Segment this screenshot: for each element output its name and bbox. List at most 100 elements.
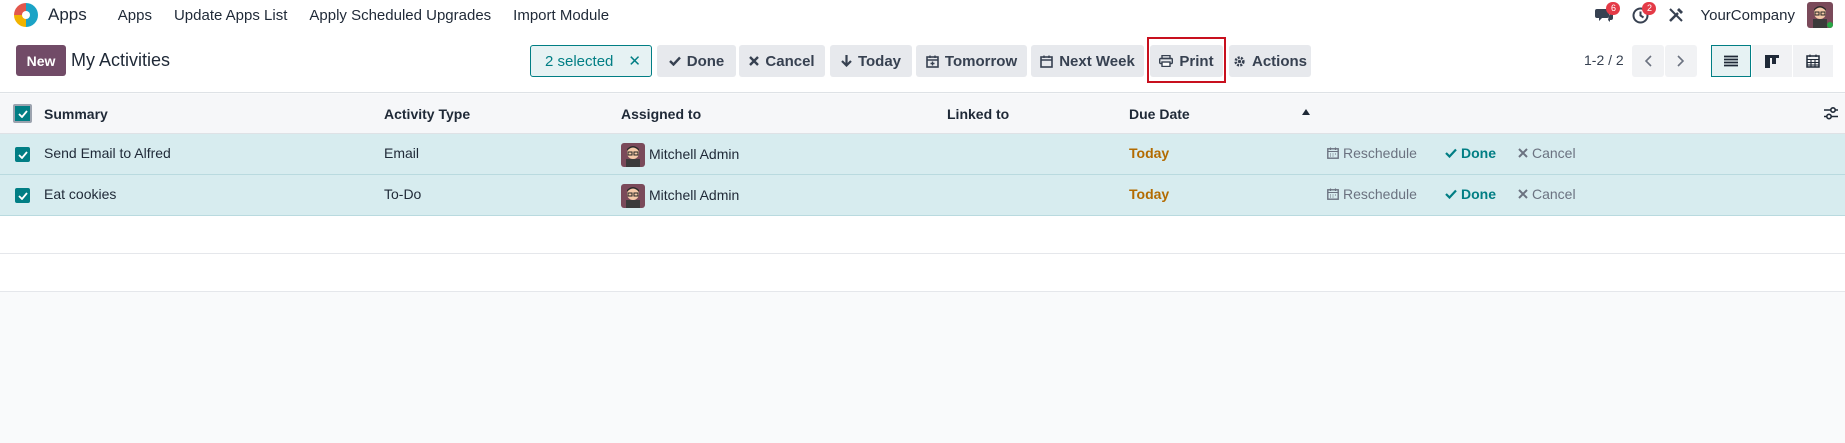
top-menu: Apps Update Apps List Apply Scheduled Up… <box>107 7 620 24</box>
assigned-user[interactable]: Mitchell Admin <box>649 187 739 203</box>
table-header: Summary Activity Type Assigned to Linked… <box>0 94 1845 134</box>
done-action-label: Done <box>686 52 725 70</box>
messages-count-badge: 6 <box>1606 2 1621 15</box>
done-label: Done <box>1461 145 1496 161</box>
tools-icon <box>1669 8 1684 22</box>
due-date: Today <box>1129 186 1170 202</box>
optional-columns-toggle-icon[interactable] <box>1824 107 1838 120</box>
calendar-plus-icon <box>926 55 939 68</box>
page-title: My Activities <box>71 50 171 70</box>
cancel-action-button[interactable]: Cancel <box>739 45 825 77</box>
activities-table: Summary Activity Type Assigned to Linked… <box>0 94 1845 292</box>
row-checkbox[interactable] <box>15 147 30 162</box>
check-icon <box>1445 148 1457 158</box>
column-due-date[interactable]: Due Date <box>1129 106 1190 122</box>
table-row[interactable]: Eat cookies To-Do Mitchell Admin Today R… <box>0 175 1845 216</box>
times-icon <box>1518 148 1528 158</box>
control-panel: New My Activities 2 selected ✕ Done Canc… <box>0 30 1845 93</box>
top-navbar: Apps Apps Update Apps List Apply Schedul… <box>0 0 1845 30</box>
checkmark-icon <box>17 150 28 159</box>
table-row[interactable]: Send Email to Alfred Email Mitchell Admi… <box>0 134 1845 175</box>
column-assigned-to[interactable]: Assigned to <box>621 106 701 122</box>
empty-row <box>0 254 1845 292</box>
next-week-action-button[interactable]: Next Week <box>1031 45 1144 77</box>
check-icon <box>668 56 681 66</box>
systray: 6 2 YourCompany <box>1586 0 1833 30</box>
activity-summary[interactable]: Eat cookies <box>44 186 116 202</box>
calendar-icon <box>1040 55 1054 68</box>
assigned-user[interactable]: Mitchell Admin <box>649 146 739 162</box>
gear-icon <box>1234 55 1245 67</box>
checkmark-icon <box>17 109 28 118</box>
list-view-button[interactable] <box>1711 45 1751 77</box>
user-avatar <box>621 184 645 208</box>
pager-value[interactable]: 1-2 / 2 <box>1584 52 1624 68</box>
calendar-view-button[interactable] <box>1793 45 1833 77</box>
calendar-icon <box>1327 188 1339 200</box>
menu-item-import-module[interactable]: Import Module <box>502 7 620 24</box>
times-icon <box>749 56 760 66</box>
chevron-right-icon <box>1677 55 1685 67</box>
column-summary[interactable]: Summary <box>44 106 108 122</box>
mark-done-button[interactable]: Done <box>1445 145 1496 161</box>
company-switcher[interactable]: YourCompany <box>1700 7 1795 24</box>
odoo-apps-logo-icon[interactable] <box>12 1 40 29</box>
mark-done-button[interactable]: Done <box>1445 186 1496 202</box>
tomorrow-action-label: Tomorrow <box>944 52 1018 70</box>
row-checkbox[interactable] <box>15 188 30 203</box>
due-date: Today <box>1129 145 1170 161</box>
pager-next-button[interactable] <box>1665 45 1697 77</box>
checkmark-icon <box>17 191 28 200</box>
chevron-left-icon <box>1644 55 1652 67</box>
messages-button[interactable]: 6 <box>1586 0 1622 30</box>
activities-count-badge: 2 <box>1642 2 1657 15</box>
check-icon <box>1445 189 1457 199</box>
selection-counter[interactable]: 2 selected ✕ <box>530 45 652 77</box>
calendar-grid-icon <box>1806 54 1820 68</box>
kanban-icon <box>1765 54 1779 68</box>
activity-type[interactable]: To-Do <box>384 186 421 202</box>
clear-selection-icon[interactable]: ✕ <box>628 52 641 70</box>
tomorrow-action-button[interactable]: Tomorrow <box>916 45 1027 77</box>
today-action-label: Today <box>857 52 902 70</box>
user-avatar[interactable] <box>1807 2 1833 28</box>
menu-item-apps[interactable]: Apps <box>107 7 163 24</box>
actions-button[interactable]: Actions <box>1229 45 1311 77</box>
activities-button[interactable]: 2 <box>1622 0 1658 30</box>
cancel-label: Cancel <box>1532 145 1576 161</box>
user-avatar <box>621 143 645 167</box>
select-all-checkbox[interactable] <box>13 104 32 123</box>
cancel-activity-button[interactable]: Cancel <box>1518 145 1576 161</box>
arrow-down-icon <box>841 55 852 67</box>
new-button[interactable]: New <box>16 45 66 76</box>
column-linked-to[interactable]: Linked to <box>947 106 1009 122</box>
next-week-action-label: Next Week <box>1059 52 1135 70</box>
pager-previous-button[interactable] <box>1632 45 1664 77</box>
calendar-icon <box>1327 147 1339 159</box>
reschedule-label: Reschedule <box>1343 145 1417 161</box>
column-activity-type[interactable]: Activity Type <box>384 106 470 122</box>
sort-ascending-icon <box>1302 109 1310 115</box>
activity-type[interactable]: Email <box>384 145 419 161</box>
actions-label: Actions <box>1251 52 1307 70</box>
cancel-action-label: Cancel <box>765 52 815 70</box>
debug-tools-button[interactable] <box>1658 0 1694 30</box>
reschedule-label: Reschedule <box>1343 186 1417 202</box>
list-icon <box>1724 55 1738 67</box>
app-name[interactable]: Apps <box>48 5 87 25</box>
reschedule-button[interactable]: Reschedule <box>1327 145 1417 161</box>
times-icon <box>1518 189 1528 199</box>
selected-count-label: 2 selected <box>545 52 614 70</box>
cancel-activity-button[interactable]: Cancel <box>1518 186 1576 202</box>
activity-summary[interactable]: Send Email to Alfred <box>44 145 171 161</box>
kanban-view-button[interactable] <box>1752 45 1792 77</box>
reschedule-button[interactable]: Reschedule <box>1327 186 1417 202</box>
menu-item-update-apps-list[interactable]: Update Apps List <box>163 7 298 24</box>
empty-row <box>0 216 1845 254</box>
done-label: Done <box>1461 186 1496 202</box>
cancel-label: Cancel <box>1532 186 1576 202</box>
done-action-button[interactable]: Done <box>657 45 736 77</box>
print-button-highlight <box>1147 37 1226 83</box>
today-action-button[interactable]: Today <box>830 45 912 77</box>
menu-item-apply-scheduled-upgrades[interactable]: Apply Scheduled Upgrades <box>298 7 502 24</box>
